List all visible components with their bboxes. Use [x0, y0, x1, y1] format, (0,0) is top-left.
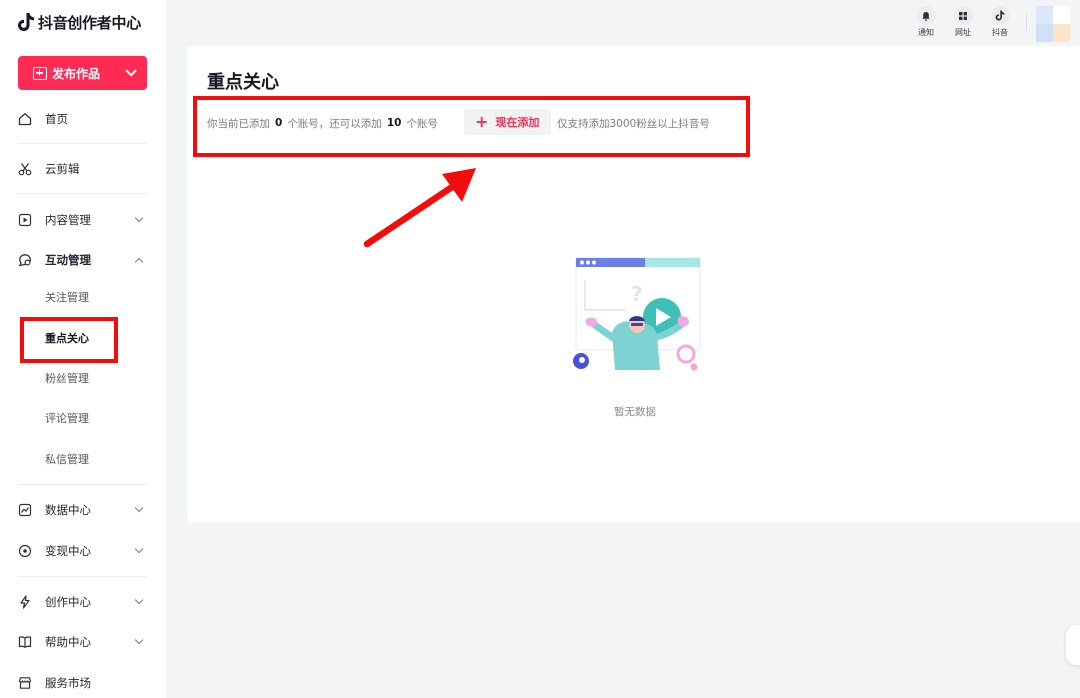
- sidebar-item-label: 创作中心: [45, 595, 91, 609]
- annotation-arrow-icon: [363, 168, 476, 248]
- add-now-button[interactable]: + 现在添加: [464, 109, 551, 135]
- publish-button-label: 发布作品: [52, 66, 101, 81]
- sidebar-item-label: 数据中心: [45, 503, 91, 517]
- quota-mid: 个账号，还可以添加: [287, 117, 382, 130]
- topbar-links[interactable]: 网址: [950, 6, 976, 38]
- support-note: 仅支持添加3000粉丝以上抖音号: [557, 117, 710, 130]
- store-icon: [18, 676, 32, 690]
- lightning-icon: [18, 595, 32, 609]
- divider: [18, 143, 147, 144]
- chevron-down-icon[interactable]: [125, 65, 137, 77]
- chevron-up-icon: [134, 257, 144, 267]
- sidebar-subitem-messages[interactable]: 私信管理: [0, 445, 166, 473]
- sidebar-item-creation[interactable]: 创作中心: [0, 587, 166, 617]
- chevron-down-icon: [134, 213, 144, 223]
- sidebar-item-label: 内容管理: [45, 213, 91, 227]
- app-title: 抖音创作者中心: [38, 13, 141, 32]
- chevron-down-icon: [134, 544, 144, 554]
- chevron-down-icon: [134, 503, 144, 513]
- home-icon: [18, 112, 32, 126]
- sidebar-item-help[interactable]: 帮助中心: [0, 627, 166, 657]
- empty-state-illustration-icon: ?: [573, 257, 701, 371]
- quota-info: 你当前已添加 0 个账号，还可以添加 10 个账号: [207, 112, 438, 134]
- divider: [18, 193, 147, 194]
- app-logo[interactable]: 抖音创作者中心: [17, 10, 141, 34]
- quota-suffix: 个账号: [406, 117, 438, 130]
- avatar[interactable]: [1036, 6, 1070, 42]
- chevron-down-icon: [134, 635, 144, 645]
- sidebar-item-label: 变现中心: [45, 544, 91, 558]
- page-title: 重点关心: [207, 72, 279, 93]
- add-now-label: 现在添加: [495, 116, 540, 129]
- remaining-count: 10: [386, 117, 402, 129]
- sidebar-subitem-label: 重点关心: [45, 332, 89, 345]
- grid-icon: [953, 6, 973, 25]
- plus-icon: +: [475, 112, 489, 131]
- topbar-notifications[interactable]: 通知: [913, 6, 939, 38]
- sidebar-item-interaction[interactable]: 互动管理: [0, 245, 166, 275]
- play-square-icon: [18, 213, 32, 227]
- quota-prefix: 你当前已添加: [207, 117, 270, 130]
- sidebar-item-cloud-edit[interactable]: 云剪辑: [0, 154, 166, 184]
- sidebar-subitem-label: 私信管理: [45, 453, 89, 466]
- sidebar-subitem-follow[interactable]: 关注管理: [0, 283, 166, 311]
- publish-button[interactable]: 发布作品: [18, 56, 147, 90]
- coin-icon: [18, 544, 32, 558]
- sidebar-item-content[interactable]: 内容管理: [0, 205, 166, 235]
- sidebar-item-label: 首页: [45, 112, 68, 126]
- chat-bubble-icon: [18, 253, 32, 267]
- sidebar-subitem-focus[interactable]: 重点关心: [0, 324, 166, 352]
- sidebar-item-home[interactable]: 首页: [0, 104, 166, 134]
- sidebar-item-label: 互动管理: [45, 253, 91, 267]
- sidebar-item-label: 云剪辑: [45, 162, 80, 176]
- topbar-douyin[interactable]: 抖音: [987, 6, 1013, 38]
- sidebar-item-label: 帮助中心: [45, 635, 91, 649]
- sidebar-subitem-comments[interactable]: 评论管理: [0, 404, 166, 432]
- book-icon: [18, 635, 32, 649]
- douyin-icon: [990, 6, 1010, 25]
- chart-line-icon: [18, 503, 32, 517]
- svg-text:?: ?: [631, 282, 643, 306]
- empty-state-text: 暂无数据: [614, 406, 656, 418]
- side-floating-button[interactable]: [1066, 625, 1080, 665]
- divider: [18, 484, 147, 485]
- sidebar-subitem-label: 关注管理: [45, 291, 89, 304]
- sidebar-item-market[interactable]: 服务市场: [0, 668, 166, 698]
- added-count: 0: [275, 117, 283, 129]
- sidebar: 抖音创作者中心 发布作品 首页 云剪辑 内容管理 互动管理 关注管理 重点关心 …: [0, 0, 166, 698]
- chevron-down-icon: [134, 595, 144, 605]
- sidebar-item-data[interactable]: 数据中心: [0, 495, 166, 525]
- divider: [18, 576, 147, 577]
- topbar-divider: [1026, 14, 1027, 30]
- plus-square-icon: [33, 66, 47, 80]
- sidebar-subitem-label: 评论管理: [45, 412, 89, 425]
- douyin-logo-icon: [18, 13, 34, 31]
- sidebar-subitem-label: 粉丝管理: [45, 372, 89, 385]
- bell-icon: [916, 6, 936, 25]
- scissors-icon: [18, 162, 32, 176]
- topbar-label: 抖音: [992, 28, 1008, 37]
- sidebar-item-monetization[interactable]: 变现中心: [0, 536, 166, 566]
- topbar-label: 通知: [918, 28, 934, 37]
- sidebar-subitem-fans[interactable]: 粉丝管理: [0, 364, 166, 392]
- sidebar-item-label: 服务市场: [45, 676, 91, 690]
- topbar-label: 网址: [955, 28, 971, 37]
